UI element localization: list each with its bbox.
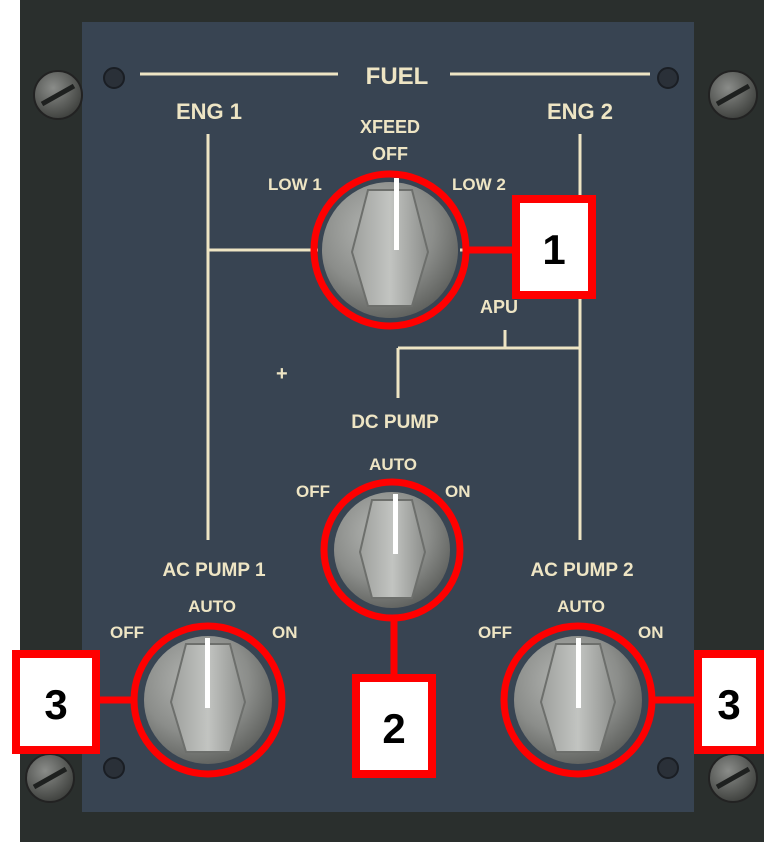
- xfeed-pos-low2: LOW 2: [452, 175, 506, 194]
- callout-1: 1: [512, 195, 596, 299]
- xfeed-pos-low1: LOW 1: [268, 175, 322, 194]
- callout-3-right: 3: [694, 650, 764, 754]
- ac-pump2-label: AC PUMP 2: [530, 560, 633, 581]
- xfeed-selector-knob[interactable]: [310, 170, 470, 330]
- ac-pump2-pos-auto: AUTO: [557, 597, 605, 616]
- callout-2: 2: [352, 674, 436, 778]
- ac-pump1-label: AC PUMP 1: [162, 560, 266, 581]
- dc-pump-label: DC PUMP: [351, 412, 439, 433]
- screw-icon: [33, 70, 83, 120]
- screw-icon: [708, 753, 758, 803]
- dc-pump-pos-on: ON: [445, 482, 471, 501]
- apu-label: APU: [480, 297, 518, 317]
- ac-pump2-selector-knob[interactable]: [500, 622, 656, 778]
- ac-pump2-pos-on: ON: [638, 623, 664, 642]
- eng1-label: ENG 1: [176, 99, 242, 124]
- xfeed-label: XFEED: [360, 117, 420, 137]
- callout-1-number: 1: [542, 226, 565, 273]
- ac-pump2-pos-off: OFF: [478, 623, 512, 642]
- dc-pump-pos-off: OFF: [296, 482, 330, 501]
- screw-icon: [25, 753, 75, 803]
- xfeed-pos-off: OFF: [372, 144, 408, 164]
- panel-title: FUEL: [366, 63, 429, 90]
- panel-marker: +: [276, 363, 288, 385]
- ac-pump1-pos-off: OFF: [110, 623, 144, 642]
- dc-pump-pos-auto: AUTO: [369, 455, 417, 474]
- callout-3-left-number: 3: [44, 681, 67, 728]
- dc-pump-selector-knob[interactable]: [320, 478, 464, 622]
- fuel-panel: FUEL ENG 1 ENG 2 XFEED OFF LOW 1 LOW 2 A…: [12, 0, 764, 842]
- screw-icon: [708, 70, 758, 120]
- callout-2-number: 2: [382, 705, 405, 752]
- callout-3-right-number: 3: [717, 681, 740, 728]
- ac-pump1-pos-on: ON: [272, 623, 298, 642]
- ac-pump1-selector-knob[interactable]: [130, 622, 286, 778]
- eng2-label: ENG 2: [547, 99, 613, 124]
- ac-pump1-pos-auto: AUTO: [188, 597, 236, 616]
- callout-3-left: 3: [12, 650, 100, 754]
